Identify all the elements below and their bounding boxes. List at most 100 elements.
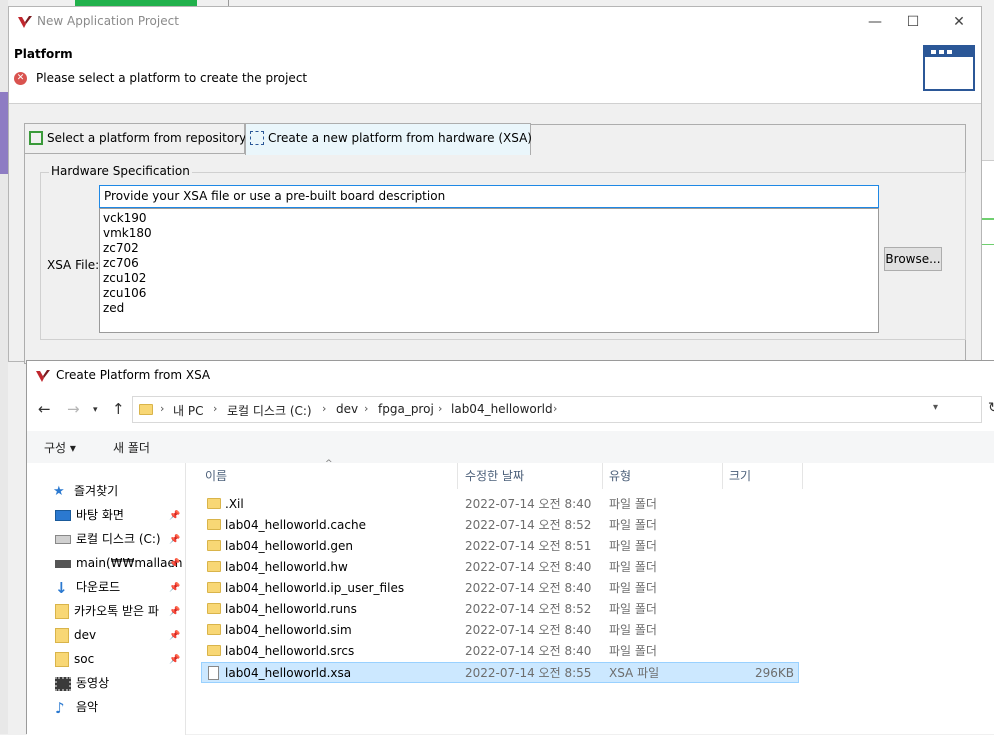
chevron-right-icon: › — [553, 402, 558, 415]
file-type: 파일 폴더 — [609, 644, 657, 658]
dialog-toolbar: 구성 ▾ 새 폴더 — [27, 431, 994, 463]
dialog-title: Create Platform from XSA — [56, 368, 211, 382]
back-arrow-icon[interactable]: ← — [38, 400, 51, 418]
network-drive-icon — [55, 559, 71, 568]
nav-music[interactable]: ♪ 음악 — [55, 697, 183, 719]
breadcrumb-item[interactable]: lab04_helloworld — [451, 402, 553, 416]
pin-icon[interactable]: 📌 — [169, 511, 180, 521]
breadcrumb-item[interactable]: 로컬 디스크 (C:) — [227, 402, 312, 419]
folder-icon — [207, 498, 221, 509]
window-title: New Application Project — [37, 14, 179, 28]
table-row-selected[interactable]: lab04_helloworld.xsa 2022-07-14 오전 8:55 … — [201, 662, 799, 683]
chevron-right-icon: › — [364, 402, 369, 415]
background-divider — [982, 218, 994, 220]
column-divider[interactable] — [802, 463, 803, 489]
sort-up-icon: ^ — [325, 459, 333, 469]
nav-videos[interactable]: 동영상 — [55, 673, 183, 695]
folder-icon — [55, 628, 69, 643]
nav-network-drive[interactable]: main(₩₩mallaen — [55, 553, 183, 575]
breadcrumb-item[interactable]: fpga_proj — [378, 402, 434, 416]
file-date: 2022-07-14 오전 8:40 — [465, 644, 592, 658]
pin-icon[interactable]: 📌 — [169, 559, 180, 569]
table-row[interactable]: lab04_helloworld.sim 2022-07-14 오전 8:40 … — [201, 620, 799, 641]
column-header-type[interactable]: 유형 — [609, 463, 631, 489]
recent-locations-icon[interactable]: ▾ — [93, 405, 98, 415]
table-row[interactable]: lab04_helloworld.ip_user_files 2022-07-1… — [201, 578, 799, 599]
pin-icon[interactable]: 📌 — [169, 607, 180, 617]
up-arrow-icon[interactable]: ↑ — [112, 400, 125, 418]
chevron-right-icon: › — [213, 402, 218, 415]
column-divider[interactable] — [722, 463, 723, 489]
minimize-button[interactable]: — — [865, 12, 885, 32]
wizard-header: Platform ✕ Please select a platform to c… — [9, 37, 981, 104]
chevron-right-icon: › — [438, 402, 443, 415]
background-app-right — [982, 160, 994, 361]
column-header-name[interactable]: 이름 — [205, 463, 227, 489]
list-item[interactable]: zc706 — [103, 256, 875, 271]
background-panel — [0, 92, 8, 174]
nav-dev[interactable]: dev — [55, 625, 183, 647]
file-date: 2022-07-14 오전 8:40 — [465, 497, 592, 511]
nav-quick-access[interactable]: ★ 즐겨찾기 — [53, 481, 181, 503]
nav-downloads[interactable]: ↓ 다운로드 — [55, 577, 183, 599]
browse-button[interactable]: Browse... — [884, 247, 942, 271]
forward-arrow-icon[interactable]: → — [67, 400, 80, 418]
list-item[interactable]: zcu106 — [103, 286, 875, 301]
file-date: 2022-07-14 오전 8:51 — [465, 539, 592, 553]
file-name: lab04_helloworld.cache — [225, 518, 366, 532]
file-name: .Xil — [225, 497, 244, 511]
vitis-logo-icon — [18, 16, 32, 28]
nav-local-disk[interactable]: 로컬 디스크 (C:) — [55, 529, 183, 551]
list-item[interactable]: zcu102 — [103, 271, 875, 286]
list-item[interactable]: vmk180 — [103, 226, 875, 241]
table-row[interactable]: lab04_helloworld.runs 2022-07-14 오전 8:52… — [201, 599, 799, 620]
table-row[interactable]: lab04_helloworld.hw 2022-07-14 오전 8:40 파… — [201, 557, 799, 578]
column-divider[interactable] — [457, 463, 458, 489]
folder-icon — [207, 540, 221, 551]
breadcrumb-item[interactable]: 내 PC — [173, 402, 203, 419]
file-type: 파일 폴더 — [609, 518, 657, 532]
pin-icon[interactable]: 📌 — [169, 535, 180, 545]
maximize-button[interactable]: ☐ — [903, 12, 923, 32]
table-row[interactable]: .Xil 2022-07-14 오전 8:40 파일 폴더 — [201, 494, 799, 515]
organize-button[interactable]: 구성 ▾ — [44, 439, 76, 456]
pin-icon[interactable]: 📌 — [169, 655, 180, 665]
file-icon — [208, 666, 219, 680]
file-date: 2022-07-14 오전 8:40 — [465, 560, 592, 574]
breadcrumb-item[interactable]: dev — [336, 402, 358, 416]
folder-icon — [55, 604, 69, 619]
nav-desktop[interactable]: 바탕 화면 — [55, 505, 183, 527]
tab-create-platform-xsa[interactable]: Create a new platform from hardware (XSA… — [245, 123, 532, 155]
column-header-date[interactable]: 수정한 날짜 — [465, 463, 524, 489]
address-bar[interactable]: › 내 PC › 로컬 디스크 (C:) › dev › fpga_proj ›… — [132, 396, 982, 423]
drive-icon — [55, 535, 71, 544]
column-divider[interactable] — [602, 463, 603, 489]
file-name: lab04_helloworld.ip_user_files — [225, 581, 405, 595]
file-name: lab04_helloworld.xsa — [225, 666, 352, 680]
star-icon: ★ — [53, 483, 65, 499]
table-row[interactable]: lab04_helloworld.gen 2022-07-14 오전 8:51 … — [201, 536, 799, 557]
new-folder-button[interactable]: 새 폴더 — [113, 439, 150, 456]
nav-soc[interactable]: soc — [55, 649, 183, 671]
list-item[interactable]: zc702 — [103, 241, 875, 256]
board-list[interactable]: vck190 vmk180 zc702 zc706 zcu102 zcu106 … — [99, 208, 879, 333]
table-row[interactable]: lab04_helloworld.cache 2022-07-14 오전 8:5… — [201, 515, 799, 536]
file-date: 2022-07-14 오전 8:40 — [465, 581, 592, 595]
folder-icon — [55, 652, 69, 667]
file-type: 파일 폴더 — [609, 497, 657, 511]
list-item[interactable]: zed — [103, 301, 875, 316]
navigation-pane: ★ 즐겨찾기 바탕 화면 로컬 디스크 (C:) main(₩₩mallaen ↓… — [27, 463, 186, 735]
pin-icon[interactable]: 📌 — [169, 631, 180, 641]
nav-kakaotalk-folder[interactable]: 카카오톡 받은 파 — [55, 601, 183, 623]
close-button[interactable]: ✕ — [949, 12, 969, 32]
tab-label: Select a platform from repository — [47, 131, 247, 145]
table-row[interactable]: lab04_helloworld.srcs 2022-07-14 오전 8:40… — [201, 641, 799, 662]
file-date: 2022-07-14 오전 8:52 — [465, 518, 592, 532]
tab-select-platform-repository[interactable]: Select a platform from repository — [24, 123, 247, 154]
pin-icon[interactable]: 📌 — [169, 583, 180, 593]
xsa-file-input[interactable]: Provide your XSA file or use a pre-built… — [99, 185, 879, 208]
chevron-down-icon[interactable]: ▾ — [933, 402, 938, 413]
list-item[interactable]: vck190 — [103, 211, 875, 226]
refresh-icon[interactable]: ↻ — [988, 400, 994, 416]
column-header-size[interactable]: 크기 — [729, 463, 751, 489]
